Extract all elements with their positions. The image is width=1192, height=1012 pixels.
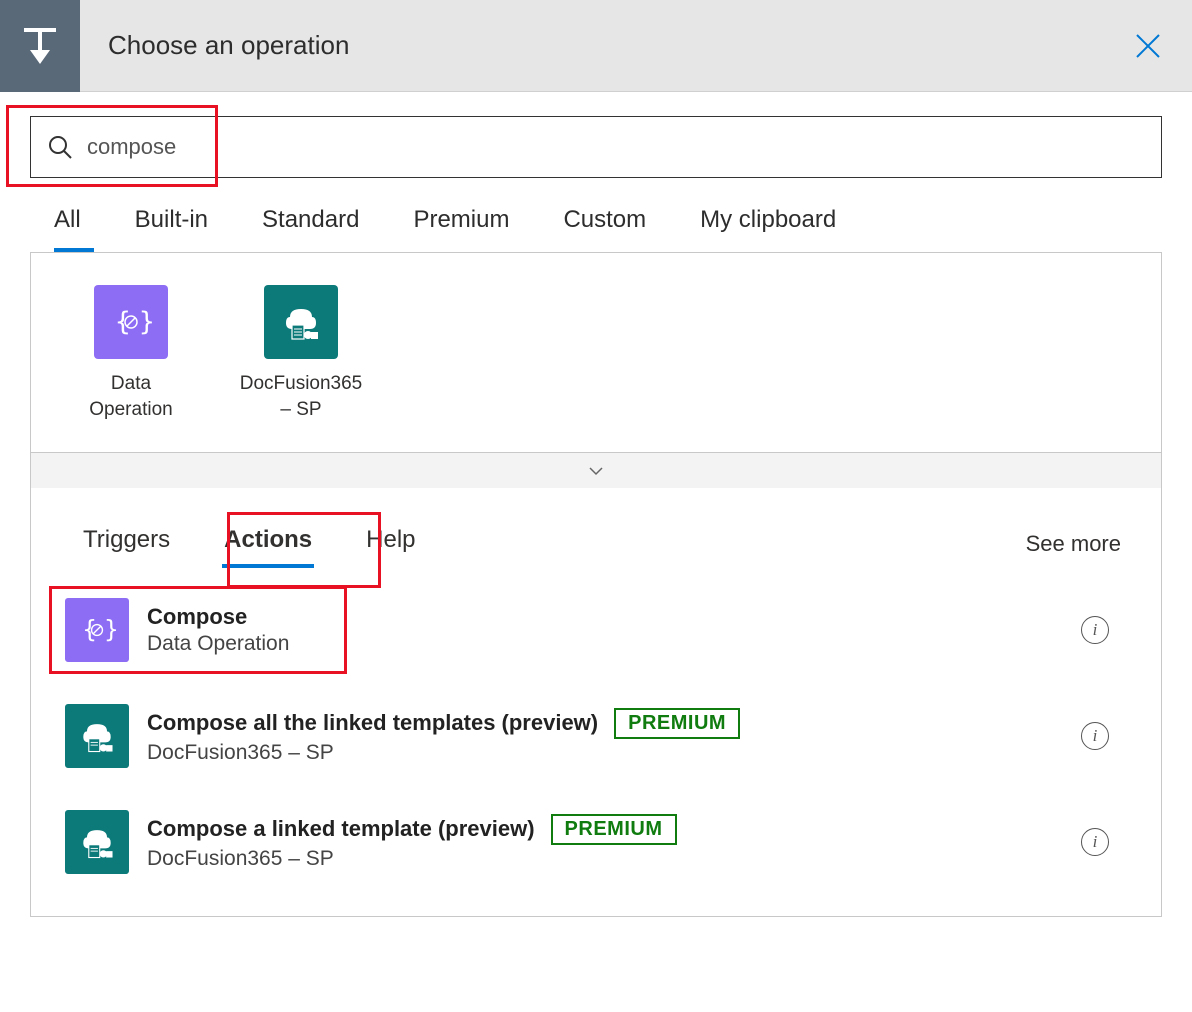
action-title: Compose xyxy=(147,604,247,630)
tab-actions[interactable]: Actions xyxy=(212,518,324,570)
sub-tabs: Triggers Actions Help xyxy=(71,518,428,570)
action-compose[interactable]: { } Compose Data Operation i xyxy=(51,586,1141,674)
search-icon xyxy=(47,134,73,160)
docfusion-icon xyxy=(264,285,338,359)
premium-badge: PREMIUM xyxy=(614,708,740,739)
svg-text:}: } xyxy=(139,307,153,337)
action-subtitle: Data Operation xyxy=(147,632,1063,656)
info-button[interactable]: i xyxy=(1081,616,1109,644)
action-compose-linked[interactable]: Compose a linked template (preview) PREM… xyxy=(51,798,1141,886)
close-icon xyxy=(1134,32,1162,60)
filter-tab-standard[interactable]: Standard xyxy=(262,206,359,252)
dialog-header: Choose an operation xyxy=(0,0,1192,92)
action-text: Compose Data Operation xyxy=(147,604,1063,656)
docfusion-icon xyxy=(65,704,129,768)
filter-tabs: All Built-in Standard Premium Custom My … xyxy=(0,188,1192,252)
data-operation-icon: { } xyxy=(94,285,168,359)
info-icon: i xyxy=(1093,832,1098,852)
sub-tabs-row: Triggers Actions Help See more xyxy=(31,488,1161,574)
action-compose-all-linked[interactable]: Compose all the linked templates (previe… xyxy=(51,692,1141,780)
header-left: Choose an operation xyxy=(0,0,349,91)
tab-help[interactable]: Help xyxy=(354,518,427,570)
chevron-down-icon xyxy=(587,462,605,480)
dialog-title: Choose an operation xyxy=(108,30,349,61)
action-title: Compose all the linked templates (previe… xyxy=(147,710,598,736)
filter-tab-builtin[interactable]: Built-in xyxy=(135,206,208,252)
info-button[interactable]: i xyxy=(1081,722,1109,750)
data-operation-icon: { } xyxy=(65,598,129,662)
action-subtitle: DocFusion365 – SP xyxy=(147,741,1063,765)
premium-badge: PREMIUM xyxy=(551,814,677,845)
filter-tab-all[interactable]: All xyxy=(54,206,81,252)
docfusion-icon xyxy=(65,810,129,874)
search-input[interactable] xyxy=(87,134,1145,160)
action-subtitle: DocFusion365 – SP xyxy=(147,847,1063,871)
operation-type-icon xyxy=(0,0,80,92)
action-text: Compose all the linked templates (previe… xyxy=(147,708,1063,765)
svg-text:{: { xyxy=(115,307,131,337)
tab-triggers[interactable]: Triggers xyxy=(71,518,182,570)
connectors-panel: { } Data Operation Do xyxy=(30,252,1162,917)
connectors-grid: { } Data Operation Do xyxy=(31,253,1161,452)
action-list: { } Compose Data Operation i xyxy=(31,574,1161,916)
action-title: Compose a linked template (preview) xyxy=(147,816,535,842)
svg-text:{: { xyxy=(82,616,96,644)
info-icon: i xyxy=(1093,726,1098,746)
info-button[interactable]: i xyxy=(1081,828,1109,856)
connector-docfusion[interactable]: DocFusion365 – SP xyxy=(241,285,361,422)
search-wrapper xyxy=(30,116,1162,178)
search-box[interactable] xyxy=(30,116,1162,178)
connector-label: Data Operation xyxy=(71,371,191,422)
filter-tab-custom[interactable]: Custom xyxy=(563,206,646,252)
action-text: Compose a linked template (preview) PREM… xyxy=(147,814,1063,871)
svg-text:}: } xyxy=(104,616,117,644)
connector-label: DocFusion365 – SP xyxy=(240,371,363,422)
info-icon: i xyxy=(1093,620,1098,640)
filter-tab-premium[interactable]: Premium xyxy=(413,206,509,252)
close-button[interactable] xyxy=(1130,28,1166,64)
filter-tab-clipboard[interactable]: My clipboard xyxy=(700,206,836,252)
expand-connectors-button[interactable] xyxy=(31,452,1161,488)
connector-data-operation[interactable]: { } Data Operation xyxy=(71,285,191,422)
see-more-link[interactable]: See more xyxy=(1026,531,1121,557)
